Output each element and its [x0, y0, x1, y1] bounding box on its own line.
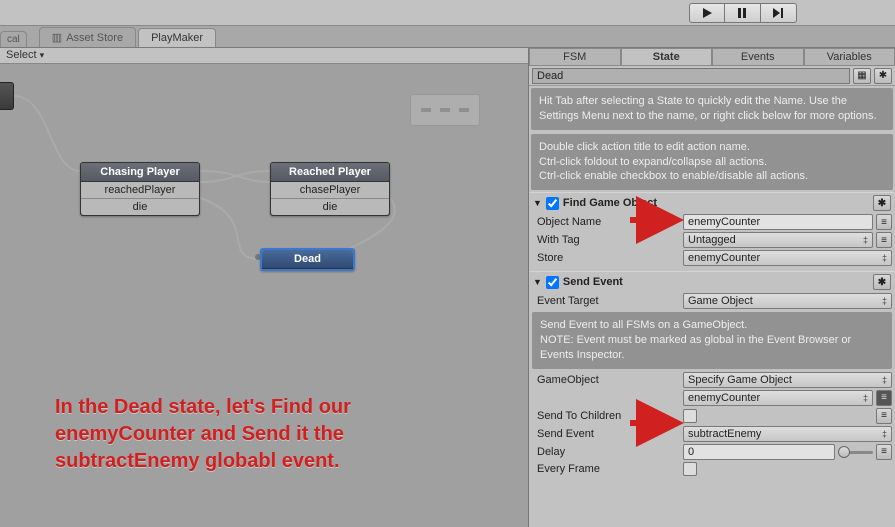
annotation-text: In the Dead state, let's Find our enemyC… — [55, 394, 351, 475]
state-color-button[interactable]: ▦ — [853, 68, 871, 84]
tab-asset-store[interactable]: ▥Asset Store — [39, 27, 136, 47]
param-options-button[interactable]: ≡ — [876, 214, 892, 230]
play-button[interactable] — [689, 3, 725, 23]
ghost-node — [410, 94, 480, 126]
state-chasing-player[interactable]: Chasing Player reachedPlayer die — [80, 162, 200, 216]
tab-fsm[interactable]: FSM — [529, 48, 621, 65]
step-button[interactable] — [761, 3, 797, 23]
param-options-button[interactable]: ≡ — [876, 408, 892, 424]
tab-playmaker[interactable]: PlayMaker — [138, 28, 216, 47]
transition-die[interactable]: die — [271, 199, 389, 215]
label-store: Store — [537, 252, 679, 264]
label-gameobject: GameObject — [537, 374, 679, 386]
action-enabled-checkbox[interactable] — [546, 276, 559, 289]
foldout-icon: ▼ — [533, 277, 542, 287]
action-settings-button[interactable]: ✱ — [873, 195, 891, 211]
label-with-tag: With Tag — [537, 234, 679, 246]
checkbox-every-frame[interactable] — [683, 462, 697, 476]
action-enabled-checkbox[interactable] — [546, 197, 559, 210]
label-send-event: Send Event — [537, 428, 679, 440]
dropdown-event-target[interactable]: Game Object — [683, 293, 892, 309]
gear-icon: ✱ — [879, 70, 887, 81]
help-state: Hit Tab after selecting a State to quick… — [531, 88, 893, 130]
label-event-target: Event Target — [537, 295, 679, 307]
checkbox-send-to-children[interactable] — [683, 409, 697, 423]
state-title: Dead — [262, 250, 353, 269]
pause-button[interactable] — [725, 3, 761, 23]
action-send-event-header[interactable]: ▼ Send Event ✱ — [529, 271, 895, 292]
state-name-input[interactable] — [532, 68, 850, 84]
label-send-to-children: Send To Children — [537, 410, 679, 422]
transition-die[interactable]: die — [81, 199, 199, 215]
param-options-button[interactable]: ≡ — [876, 232, 892, 248]
tab-events[interactable]: Events — [712, 48, 804, 65]
dropdown-gameobject-mode[interactable]: Specify Game Object — [683, 372, 892, 388]
state-settings-button[interactable]: ✱ — [874, 68, 892, 84]
dropdown-gameobject-target[interactable]: enemyCounter — [683, 390, 873, 406]
slider-delay[interactable] — [838, 445, 873, 459]
tab-variables[interactable]: Variables — [804, 48, 895, 65]
asset-store-icon: ▥ — [52, 31, 62, 44]
offscreen-node[interactable] — [0, 82, 14, 110]
dropdown-store[interactable]: enemyCounter — [683, 250, 892, 266]
state-dead[interactable]: Dead — [260, 248, 355, 271]
state-title: Chasing Player — [81, 163, 199, 182]
help-actions: Double click action title to edit action… — [531, 134, 893, 191]
input-delay[interactable] — [683, 444, 835, 460]
param-options-button[interactable]: ≡ — [876, 444, 892, 460]
tab-cal[interactable]: cal — [0, 31, 27, 47]
label-delay: Delay — [537, 446, 679, 458]
label-object-name: Object Name — [537, 216, 679, 228]
foldout-icon: ▼ — [533, 198, 542, 208]
inspector-panel: FSM State Events Variables ▦ ✱ Hit Tab a… — [528, 48, 895, 527]
label-every-frame: Every Frame — [537, 463, 679, 475]
action-settings-button[interactable]: ✱ — [873, 274, 891, 290]
dropdown-send-event[interactable]: subtractEnemy — [683, 426, 892, 442]
fsm-graph-canvas[interactable]: Chasing Player reachedPlayer die Reached… — [0, 64, 528, 527]
tab-state[interactable]: State — [621, 48, 713, 65]
state-reached-player[interactable]: Reached Player chasePlayer die — [270, 162, 390, 216]
dropdown-with-tag[interactable]: Untagged — [683, 232, 873, 248]
action-find-game-object-header[interactable]: ▼ Find Game Object ✱ — [529, 192, 895, 213]
select-dropdown[interactable]: Select — [0, 48, 528, 64]
help-send-event: Send Event to all FSMs on a GameObject. … — [532, 312, 892, 369]
transition-reached-player[interactable]: reachedPlayer — [81, 182, 199, 199]
transition-chase-player[interactable]: chasePlayer — [271, 182, 389, 199]
state-title: Reached Player — [271, 163, 389, 182]
param-options-button[interactable]: ≡ — [876, 390, 892, 406]
input-object-name[interactable] — [683, 214, 873, 230]
